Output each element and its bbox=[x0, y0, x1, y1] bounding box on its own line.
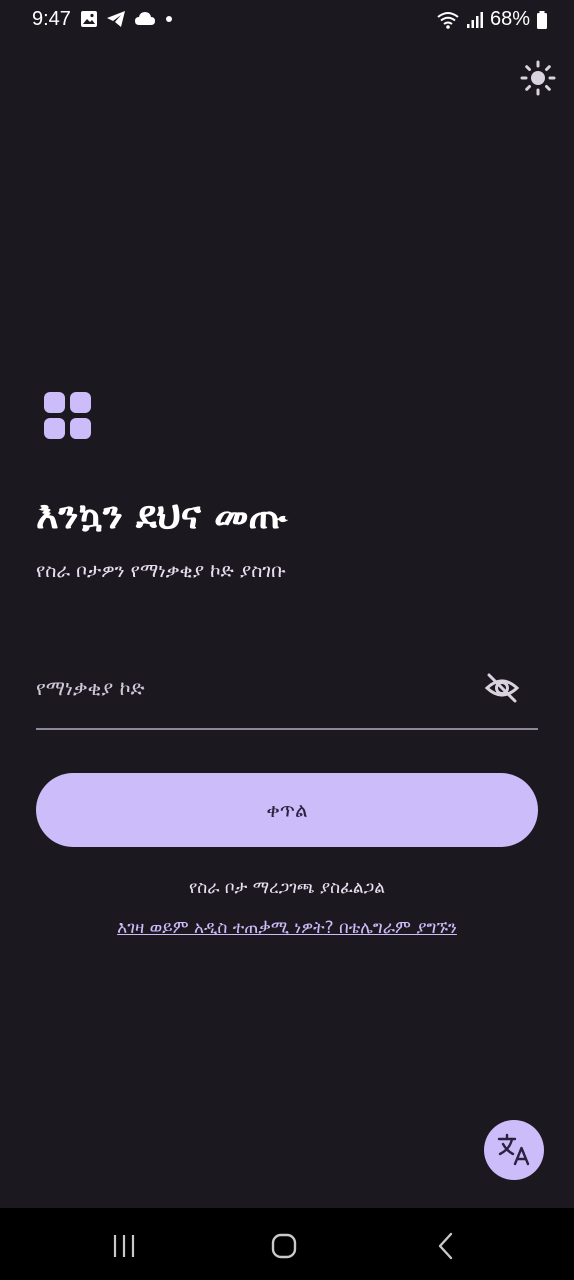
welcome-title: እንኳን ደህና መጡ bbox=[36, 493, 287, 537]
visibility-toggle-button[interactable] bbox=[484, 670, 520, 706]
home-button[interactable] bbox=[264, 1226, 304, 1266]
signal-icon bbox=[466, 11, 483, 28]
battery-icon bbox=[537, 10, 547, 29]
status-time: 9:47 bbox=[32, 8, 71, 30]
telegram-icon bbox=[107, 11, 125, 27]
activation-code-input[interactable] bbox=[36, 668, 466, 708]
recents-icon bbox=[113, 1235, 135, 1257]
status-bar: 9:47 68% bbox=[0, 0, 574, 40]
home-icon bbox=[271, 1233, 297, 1259]
system-status-icons: 68% bbox=[436, 8, 548, 31]
sun-icon bbox=[520, 60, 556, 96]
notification-icons bbox=[80, 10, 174, 28]
back-icon bbox=[438, 1232, 453, 1260]
continue-button[interactable]: ቀጥል bbox=[36, 773, 538, 847]
battery-percent: 68% bbox=[489, 8, 530, 30]
back-button[interactable] bbox=[426, 1226, 466, 1266]
gallery-icon bbox=[81, 11, 97, 27]
welcome-subtitle: የስራ ቦታዎን የማነቃቂያ ኮድ ያስገቡ bbox=[36, 560, 286, 582]
theme-toggle-button[interactable] bbox=[520, 60, 556, 96]
eye-off-icon bbox=[484, 673, 520, 703]
activation-code-field bbox=[36, 650, 538, 730]
translate-icon bbox=[497, 1133, 530, 1166]
translate-button[interactable] bbox=[484, 1120, 544, 1180]
telegram-help-link[interactable]: እገዛ ወይም አዲስ ተጠቃሚ ነዎት? በቴሌግራም ያግኙን bbox=[0, 918, 574, 938]
workspace-verification-note: የስራ ቦታ ማረጋገጫ ያስፈልጋል bbox=[189, 878, 385, 898]
recents-button[interactable] bbox=[104, 1226, 144, 1266]
dot-icon bbox=[166, 16, 172, 22]
grid-logo-icon bbox=[44, 392, 92, 440]
cloud-icon bbox=[135, 12, 155, 25]
wifi-icon bbox=[437, 11, 459, 29]
navigation-bar bbox=[0, 1208, 574, 1280]
